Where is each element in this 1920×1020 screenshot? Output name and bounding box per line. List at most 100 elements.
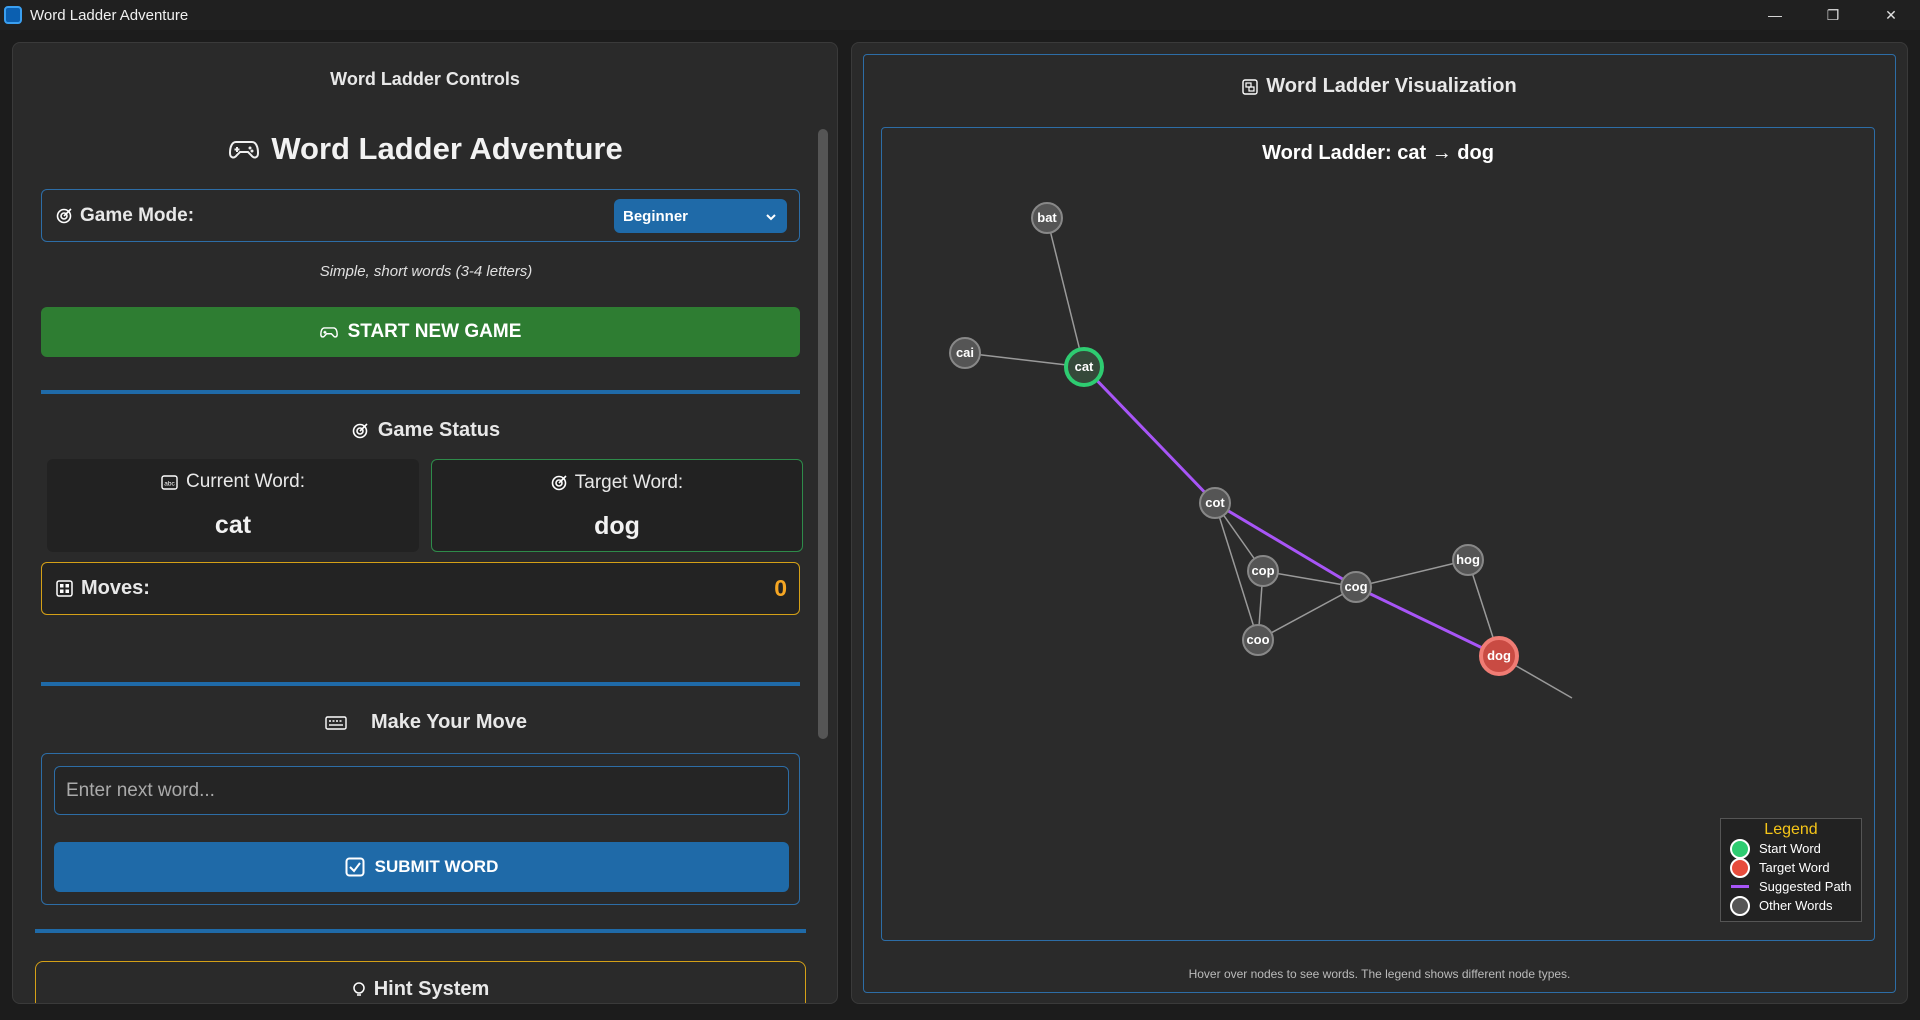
target-word-label-text: Target Word: [574, 472, 684, 493]
window-controls: — ❐ ✕ [1746, 0, 1920, 30]
game-mode-select[interactable]: Beginner [614, 199, 787, 233]
legend-title: Legend [1764, 821, 1818, 838]
graph-node-label: cop [1251, 563, 1274, 578]
app-icon [4, 6, 22, 24]
graph-node-cai[interactable]: cai [949, 337, 981, 369]
graph-legend: Legend Start Word Target Word Suggested … [1720, 818, 1862, 922]
word-ladder-graph: Word Ladder: cat → dog bat cai cat cot cop co… [881, 127, 1875, 941]
graph-node-label: dog [1487, 648, 1511, 663]
legend-path: Suggested Path [1721, 877, 1861, 896]
graph-node-label: cog [1344, 579, 1367, 594]
graph-node-label: hog [1456, 552, 1480, 567]
graph-edge-cog-hog [1355, 559, 1469, 588]
legend-path-label: Suggested Path [1759, 879, 1852, 894]
legend-start: Start Word [1721, 838, 1861, 859]
app-title: Word Ladder Adventure [13, 131, 837, 167]
legend-start-label: Start Word [1759, 841, 1821, 856]
game-mode-label-text: Game Mode: [80, 204, 195, 226]
graph-node-label: cai [956, 345, 974, 360]
gamepad-icon [319, 327, 338, 338]
current-word-label: abc Current Word: [47, 471, 419, 493]
visualization-note: Hover over nodes to see words. The legen… [1188, 967, 1571, 981]
graph-node-cop[interactable]: cop [1247, 555, 1279, 587]
divider [41, 682, 800, 686]
game-mode-box: Game Mode: Beginner [41, 189, 800, 242]
moves-value: 0 [774, 575, 787, 601]
graph-node-cot[interactable]: cot [1199, 487, 1231, 519]
minimize-button[interactable]: — [1746, 0, 1804, 30]
graph-node-dog[interactable]: dog [1479, 636, 1519, 676]
title-bar: Word Ladder Adventure — ❐ ✕ [0, 0, 1920, 30]
graph-node-label: coo [1246, 632, 1269, 647]
make-move-title-text: Make Your Move [371, 711, 527, 733]
game-mode-label: Game Mode: [56, 205, 194, 227]
path-edge-cat-cot [1082, 365, 1217, 505]
chevron-down-icon [766, 214, 776, 221]
graph-node-bat[interactable]: bat [1031, 202, 1063, 234]
close-button[interactable]: ✕ [1862, 0, 1920, 30]
target-word-value: dog [594, 512, 640, 540]
graph-node-hog[interactable]: hog [1452, 544, 1484, 576]
game-status-title-text: Game Status [377, 419, 501, 441]
window-title: Word Ladder Adventure [30, 6, 189, 24]
legend-other: Other Words [1721, 895, 1861, 916]
start-new-game-label: START NEW GAME [347, 321, 522, 342]
graph-edge-coo-cog [1257, 586, 1357, 641]
visualization-frame: Word Ladder Visualization Word Ladder: c… [863, 54, 1896, 993]
target-word-label: Target Word: [432, 472, 802, 494]
moves-label: Moves: [56, 577, 150, 600]
app-title-text: Word Ladder Adventure [271, 131, 623, 166]
current-word-label-text: Current Word: [186, 471, 305, 492]
current-word-value: cat [214, 511, 252, 539]
lightbulb-icon [352, 981, 365, 996]
target-icon [56, 207, 72, 223]
visualization-panel: Word Ladder Visualization Word Ladder: c… [851, 42, 1908, 1004]
start-swatch [1730, 838, 1750, 859]
graph-node-label: bat [1037, 210, 1057, 225]
checkbox-icon [345, 857, 365, 877]
moves-box: Moves: 0 [41, 562, 800, 615]
make-move-title: Make Your Move [13, 711, 837, 734]
move-box: SUBMIT WORD [41, 753, 800, 905]
divider [41, 390, 800, 394]
submit-word-button[interactable]: SUBMIT WORD [54, 842, 789, 892]
graph-node-cog[interactable]: cog [1340, 571, 1372, 603]
controls-panel: Word Ladder Controls Word Ladder Adventu… [12, 42, 838, 1004]
hint-box: Hint System [35, 961, 806, 1003]
hint-title: Hint System [36, 978, 805, 1001]
submit-word-label: SUBMIT WORD [374, 857, 499, 876]
graph-node-label: cat [1075, 359, 1094, 374]
target-icon [551, 475, 567, 491]
next-word-input[interactable] [54, 766, 789, 815]
visualization-title: Word Ladder Visualization [864, 75, 1895, 98]
svg-text:abc: abc [164, 480, 175, 487]
moves-label-text: Moves: [81, 577, 150, 599]
graph-node-cat[interactable]: cat [1064, 347, 1104, 387]
game-mode-value: Beginner [623, 207, 689, 225]
controls-panel-title: Word Ladder Controls [330, 69, 520, 89]
graph-edge-bat-cat [1046, 217, 1085, 368]
keyboard-icon [325, 715, 347, 730]
graph-icon [1242, 78, 1258, 95]
target-swatch [1730, 857, 1750, 878]
start-new-game-button[interactable]: START NEW GAME [41, 307, 800, 357]
target-icon [352, 422, 368, 438]
maximize-button[interactable]: ❐ [1804, 0, 1862, 30]
graph-node-label: cot [1205, 495, 1225, 510]
path-edge-cog-dog [1355, 585, 1500, 658]
gamepad-icon [229, 141, 260, 159]
mode-description: Simple, short words (3-4 letters) [319, 263, 533, 280]
visualization-title-text: Word Ladder Visualization [1266, 75, 1517, 97]
target-word-card: Target Word: dog [431, 459, 803, 552]
legend-other-label: Other Words [1759, 898, 1833, 913]
current-word-card: abc Current Word: cat [47, 459, 419, 552]
hint-title-text: Hint System [373, 978, 490, 1000]
divider [35, 929, 806, 933]
path-swatch [1731, 885, 1749, 888]
abc-icon: abc [161, 474, 178, 490]
game-status-title: Game Status [13, 419, 837, 442]
legend-target-label: Target Word [1759, 860, 1830, 875]
legend-target: Target Word [1721, 857, 1861, 878]
other-swatch [1730, 895, 1750, 916]
graph-node-coo[interactable]: coo [1242, 624, 1274, 656]
